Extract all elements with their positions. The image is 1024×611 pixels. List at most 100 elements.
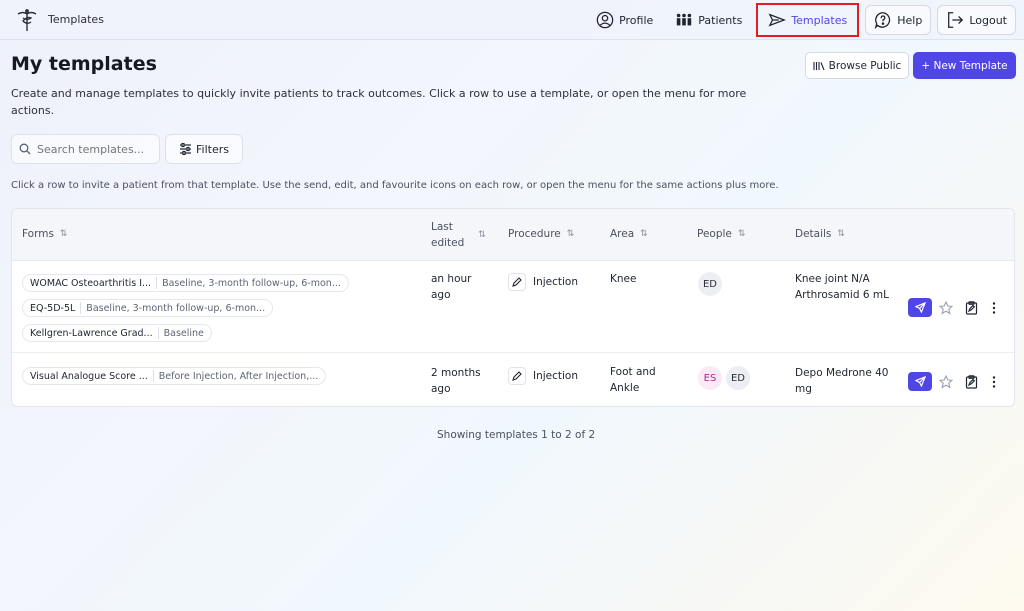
procedure-label: Injection [533, 370, 579, 382]
send-icon [914, 302, 926, 313]
column-people[interactable]: People ⇅ [697, 228, 745, 240]
sort-icon: ⇅ [737, 229, 746, 239]
new-template-button[interactable]: + New Template [913, 52, 1016, 79]
edit-clipboard-icon[interactable] [963, 374, 979, 390]
table-header: Forms ⇅ Last edited ⇅ Procedure ⇅ Area ⇅… [12, 209, 1014, 261]
column-last-edited-label-1: Last [431, 221, 453, 233]
form-name: Visual Analogue Score ... [30, 370, 148, 382]
filters-button[interactable]: Filters [165, 134, 243, 164]
form-timepoints: Baseline, 3-month follow-up, 6-mon... [86, 302, 266, 314]
send-invite-button[interactable] [908, 372, 932, 391]
new-template-label: + New Template [921, 59, 1008, 72]
form-name: WOMAC Osteoarthritis I... [30, 277, 152, 289]
sort-icon: ⇅ [566, 229, 575, 239]
browse-public-label: Browse Public [828, 59, 902, 72]
details-line: Knee joint N/A [795, 273, 870, 285]
pencil-icon[interactable] [508, 367, 526, 385]
avatar: ED [726, 366, 750, 390]
column-details[interactable]: Details ⇅ [795, 228, 845, 240]
table-row[interactable]: Visual Analogue Score ... Before Injecti… [12, 353, 1014, 406]
procedure-cell: Injection [508, 367, 578, 385]
table-row[interactable]: WOMAC Osteoarthritis I... Baseline, 3-mo… [12, 261, 1014, 353]
form-chip: Kellgren-Lawrence Grad... Baseline [22, 324, 212, 342]
column-procedure[interactable]: Procedure ⇅ [508, 228, 574, 240]
nav-profile[interactable]: Profile [588, 5, 661, 35]
form-chip: WOMAC Osteoarthritis I... Baseline, 3-mo… [22, 274, 349, 292]
library-icon [813, 61, 825, 70]
favourite-star-icon[interactable] [938, 300, 954, 316]
help-bubble-icon [874, 12, 891, 29]
caduceus-logo-icon [14, 7, 40, 33]
nav-help-label: Help [897, 13, 923, 27]
last-edited-cell: an hour ago [431, 271, 471, 303]
send-invite-button[interactable] [908, 298, 932, 317]
browse-public-button[interactable]: Browse Public [805, 52, 909, 79]
showing-count-text: Showing templates 1 to 2 of 2 [437, 429, 596, 441]
avatar: ES [698, 366, 722, 390]
column-details-label: Details [795, 228, 832, 240]
column-last-edited[interactable]: Last edited ⇅ [431, 219, 486, 251]
templates-table: Forms ⇅ Last edited ⇅ Procedure ⇅ Area ⇅… [11, 208, 1015, 407]
form-name: EQ-5D-5L [30, 302, 76, 314]
page-subtitle: Create and manage templates to quickly i… [11, 87, 747, 117]
procedure-label: Injection [533, 276, 579, 288]
area-cell: Knee [610, 271, 636, 287]
sort-icon: ⇅ [837, 229, 845, 239]
nav-logout-label: Logout [969, 13, 1007, 27]
last-edited-cell: 2 months ago [431, 365, 481, 397]
column-forms[interactable]: Forms ⇅ [22, 228, 67, 240]
column-area-label: Area [610, 228, 635, 240]
details-cell: Depo Medrone 40 mg [795, 365, 888, 397]
nav-logout[interactable]: Logout [937, 5, 1016, 35]
details-cell: Knee joint N/A Arthrosamid 6 mL [795, 271, 889, 303]
brand[interactable]: Templates [14, 7, 104, 33]
avatar: ED [698, 272, 722, 296]
more-menu-icon[interactable] [986, 300, 1002, 316]
form-name: Kellgren-Lawrence Grad... [30, 327, 153, 339]
form-timepoints: Baseline [163, 327, 204, 339]
last-edited-line: ago [431, 289, 451, 301]
brand-title: Templates [48, 13, 104, 26]
pencil-icon[interactable] [508, 273, 526, 291]
search-input[interactable] [37, 142, 155, 156]
column-forms-label: Forms [22, 228, 54, 240]
form-chip: EQ-5D-5L Baseline, 3-month follow-up, 6-… [22, 299, 274, 317]
form-chip: Visual Analogue Score ... Before Injecti… [22, 367, 327, 385]
search-icon [19, 143, 31, 155]
logout-icon [948, 12, 964, 28]
area-line: Knee [610, 273, 637, 285]
send-icon [768, 13, 787, 27]
send-icon [914, 376, 926, 387]
top-navigation-bar: Templates Profile Patients Templates Hel… [0, 0, 1024, 40]
row-hint-text: Click a row to invite a patient from tha… [11, 180, 779, 191]
area-cell: Foot and Ankle [610, 364, 656, 396]
area-line: Foot and [610, 366, 656, 378]
people-icon [677, 13, 692, 26]
column-area[interactable]: Area ⇅ [610, 228, 648, 240]
filters-label: Filters [196, 142, 229, 156]
main-nav: Profile Patients Templates Help Logout [582, 3, 1016, 37]
nav-templates-label: Templates [791, 13, 848, 27]
sort-icon: ⇅ [59, 229, 68, 239]
edit-clipboard-icon[interactable] [963, 300, 979, 316]
last-edited-line: 2 months [431, 367, 481, 379]
favourite-star-icon[interactable] [938, 374, 954, 390]
sort-icon: ⇅ [478, 230, 486, 240]
sort-icon: ⇅ [640, 229, 648, 239]
nav-help[interactable]: Help [865, 5, 932, 35]
details-line: Depo Medrone 40 [795, 367, 889, 379]
more-menu-icon[interactable] [986, 374, 1002, 390]
search-box[interactable] [11, 134, 160, 164]
area-line: Ankle [610, 382, 640, 394]
nav-patients[interactable]: Patients [667, 5, 750, 35]
nav-profile-label: Profile [619, 13, 654, 27]
column-procedure-label: Procedure [508, 228, 561, 240]
details-line: mg [795, 383, 812, 395]
nav-templates[interactable]: Templates [756, 3, 860, 37]
last-edited-line: ago [431, 383, 451, 395]
user-circle-icon [596, 11, 614, 29]
sliders-icon [180, 143, 191, 155]
page-title: My templates [11, 53, 157, 75]
column-last-edited-label-2: edited [431, 237, 465, 249]
procedure-cell: Injection [508, 273, 578, 291]
